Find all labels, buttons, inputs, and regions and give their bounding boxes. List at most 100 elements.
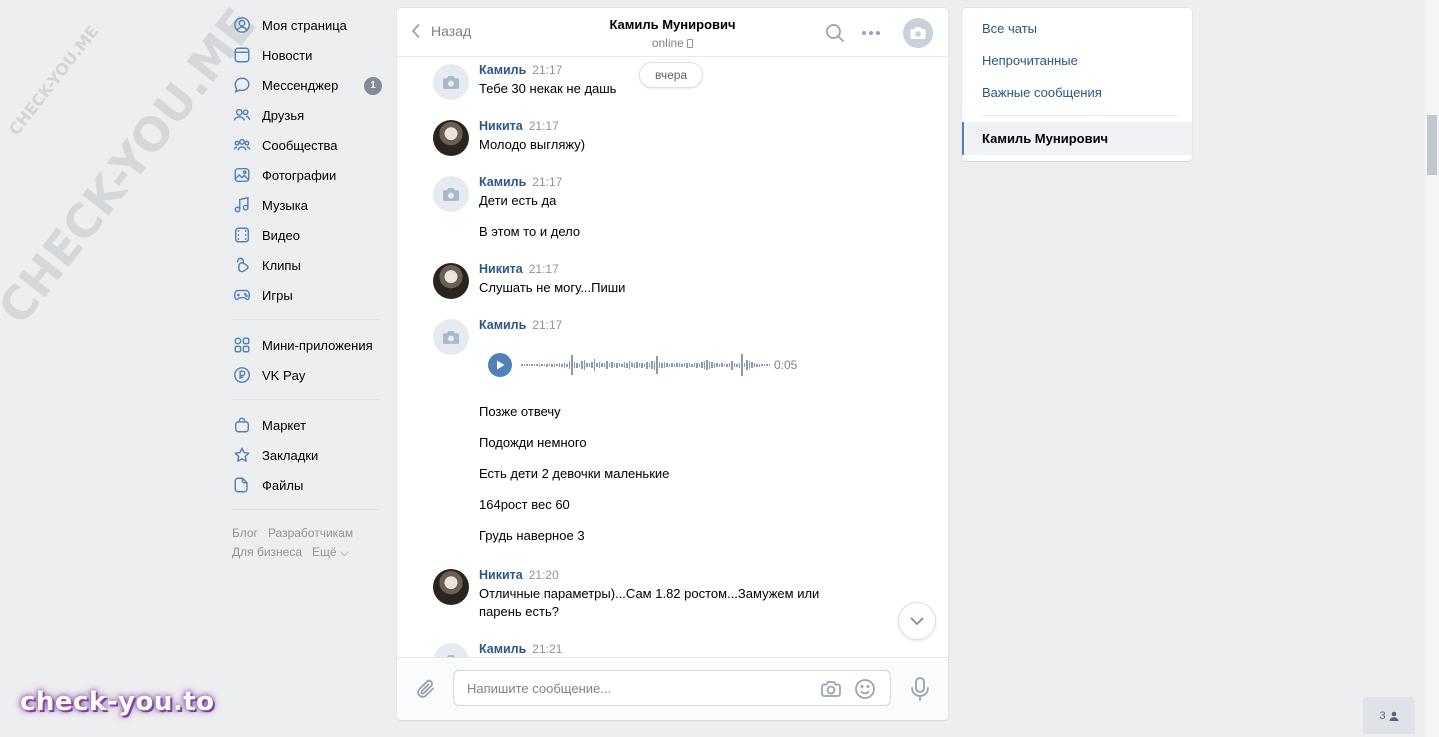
avatar[interactable]: [433, 319, 469, 355]
message-author[interactable]: Камиль: [479, 642, 526, 656]
avatar[interactable]: [433, 120, 469, 156]
message-author[interactable]: Камиль: [479, 63, 526, 77]
page-scrollbar[interactable]: [1425, 0, 1439, 737]
smile-icon[interactable]: [854, 678, 876, 700]
message-time: 21:17: [532, 63, 563, 77]
avatar[interactable]: [433, 569, 469, 605]
nav-item-music[interactable]: Музыка: [232, 190, 382, 220]
footer-link-blog[interactable]: Блог: [232, 526, 258, 540]
nav-item-games[interactable]: Игры: [232, 280, 382, 310]
avatar[interactable]: [433, 643, 469, 657]
folder-unread[interactable]: Непрочитанные: [962, 45, 1192, 77]
play-button[interactable]: [488, 353, 512, 377]
market-icon: [232, 415, 252, 435]
message-time: 21:20: [528, 568, 559, 582]
nav-label: Новости: [262, 47, 313, 63]
user-circle-icon: [232, 15, 252, 35]
avatar[interactable]: [433, 263, 469, 299]
message-history[interactable]: Камиль 21:17 Тебе 30 некак не дашь Никита…: [397, 57, 948, 657]
camera-icon[interactable]: [820, 678, 842, 700]
audio-waveform[interactable]: [521, 353, 770, 377]
footer-link-more[interactable]: Ещё ⌵: [312, 545, 349, 559]
message-text: Дети есть да: [479, 193, 557, 208]
audio-message: 0:05: [488, 352, 858, 378]
nav-item-mini-apps[interactable]: Мини-приложения: [232, 330, 382, 360]
nav-label: Моя страница: [262, 17, 347, 33]
message-time: 21:17: [532, 175, 563, 189]
message-text: Есть дети 2 девочки маленькие: [479, 466, 670, 481]
message-time: 21:21: [532, 642, 563, 656]
star-icon: [232, 445, 252, 465]
friends-icon: [232, 105, 252, 125]
nav-label: Фотографии: [262, 167, 337, 183]
message-text: Подожди немного: [479, 435, 587, 450]
message-time: 21:17: [528, 262, 559, 276]
brand-watermark: check-you.to: [20, 687, 215, 717]
nav-item-friends[interactable]: Друзья: [232, 100, 382, 130]
nav-item-my-page[interactable]: Моя страница: [232, 10, 382, 40]
photo-icon: [232, 165, 252, 185]
message-text: Грудь наверное 3: [479, 528, 585, 543]
scroll-down-button[interactable]: [898, 602, 936, 640]
message-text: Тебе 30 некак не дашь: [479, 81, 617, 96]
more-icon[interactable]: [860, 22, 882, 44]
message-text: Молодо выгляжу): [479, 137, 586, 152]
message-author[interactable]: Камиль: [479, 175, 526, 189]
nav-item-market[interactable]: Маркет: [232, 410, 382, 440]
nav-label: Мессенджер: [262, 77, 339, 93]
audio-duration: 0:05: [774, 358, 798, 372]
message-text: 164рост вес 60: [479, 497, 570, 512]
nav-label: Файлы: [262, 477, 304, 493]
mobile-icon: [687, 39, 694, 48]
nav-label: Музыка: [262, 197, 308, 213]
nav-item-vk-pay[interactable]: VK Pay: [232, 360, 382, 390]
message-author[interactable]: Никита: [479, 568, 523, 582]
scrollbar-thumb[interactable]: [1427, 115, 1437, 175]
folder-separator: [982, 115, 1178, 116]
nav-label: Маркет: [262, 417, 307, 433]
nav-label: Видео: [262, 227, 300, 243]
footer-link-dev[interactable]: Разработчикам: [268, 526, 353, 540]
nav-item-files[interactable]: Файлы: [232, 470, 382, 500]
nav-item-photos[interactable]: Фотографии: [232, 160, 382, 190]
folder-important[interactable]: Важные сообщения: [962, 77, 1192, 109]
message-text: Позже отвечу: [479, 404, 561, 419]
peer-avatar[interactable]: [903, 18, 933, 48]
message-author[interactable]: Камиль: [479, 318, 526, 332]
message-icon: [232, 75, 252, 95]
chat-count-button[interactable]: 3: [1363, 697, 1415, 734]
nav-label: Клипы: [262, 257, 301, 273]
message-text: В этом то и дело: [479, 224, 581, 239]
nav-item-video[interactable]: Видео: [232, 220, 382, 250]
footer-link-biz[interactable]: Для бизнеса: [232, 545, 302, 559]
microphone-icon[interactable]: [909, 676, 931, 702]
nav-item-bookmarks[interactable]: Закладки: [232, 440, 382, 470]
message-input[interactable]: [454, 671, 794, 705]
nav-item-clips[interactable]: Клипы: [232, 250, 382, 280]
gamepad-icon: [232, 285, 252, 305]
avatar[interactable]: [433, 176, 469, 212]
message-author[interactable]: Никита: [479, 262, 523, 276]
nav-label: Игры: [262, 287, 293, 303]
avatar[interactable]: [433, 64, 469, 100]
unread-badge: 1: [364, 77, 382, 95]
chat-header: Назад Камиль Мунирович online: [397, 8, 948, 57]
nav-label: Друзья: [262, 107, 305, 123]
folder-all-chats[interactable]: Все чаты: [962, 13, 1192, 45]
paperclip-icon[interactable]: [415, 678, 437, 700]
message-author[interactable]: Никита: [479, 119, 523, 133]
nav-item-news[interactable]: Новости: [232, 40, 382, 70]
watermark-large: CHECK-YOU.ME: [0, 0, 267, 334]
chat-panel: Назад Камиль Мунирович online Камиль 21:1…: [397, 8, 948, 720]
groups-icon: [232, 135, 252, 155]
nav-separator: [232, 509, 380, 510]
nav-item-messenger[interactable]: Мессенджер 1: [232, 70, 382, 100]
nav-separator: [232, 319, 380, 320]
search-icon[interactable]: [824, 22, 846, 44]
message-input-wrap: [453, 670, 891, 706]
watermark-small: CHECK-YOU.ME: [5, 21, 103, 140]
person-icon: [1389, 711, 1399, 721]
folder-active-chat[interactable]: Камиль Мунирович: [962, 122, 1192, 155]
nav-item-communities[interactable]: Сообщества: [232, 130, 382, 160]
message-composer: [397, 657, 948, 720]
